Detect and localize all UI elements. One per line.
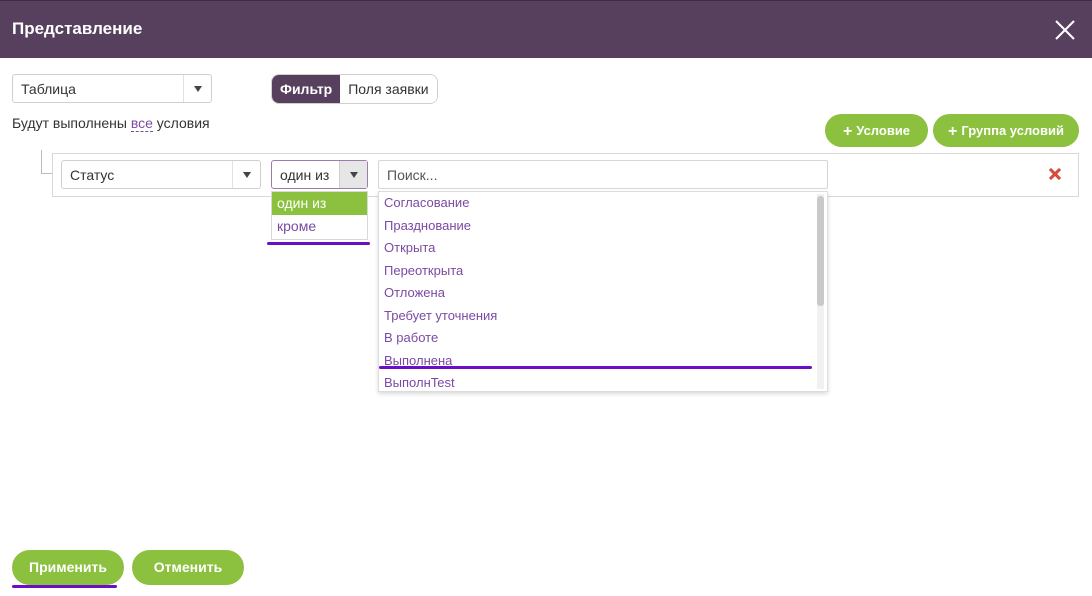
- status-option[interactable]: Празднование: [379, 215, 827, 238]
- highlight-underline: [267, 242, 370, 245]
- status-option[interactable]: ВыполнTest: [379, 372, 827, 391]
- condition-operator-select[interactable]: один из: [271, 160, 368, 189]
- operator-option[interactable]: кроме: [272, 215, 367, 238]
- close-icon[interactable]: [1054, 19, 1076, 41]
- status-option[interactable]: Отложена: [379, 282, 827, 305]
- scrollbar-thumb[interactable]: [817, 196, 824, 306]
- plus-icon: +: [842, 123, 853, 140]
- highlight-underline: [379, 366, 812, 369]
- status-option[interactable]: Согласование: [379, 192, 827, 215]
- status-option[interactable]: Переоткрыта: [379, 260, 827, 283]
- chevron-down-icon[interactable]: [183, 75, 211, 102]
- conditions-mode-link[interactable]: все: [130, 115, 153, 132]
- status-search-input[interactable]: [378, 160, 828, 189]
- cancel-button[interactable]: Отменить: [132, 550, 244, 585]
- status-option[interactable]: В работе: [379, 327, 827, 350]
- status-option[interactable]: Открыта: [379, 237, 827, 260]
- operator-option[interactable]: один из: [272, 192, 367, 215]
- condition-operator-value: один из: [280, 167, 330, 183]
- status-options-list: Согласование Празднование Открыта Переот…: [378, 191, 828, 392]
- add-condition-group-button[interactable]: + Группа условий: [933, 114, 1079, 147]
- add-condition-button[interactable]: + Условие: [825, 114, 928, 147]
- add-group-label: Группа условий: [961, 123, 1064, 138]
- highlight-underline: [12, 585, 117, 588]
- apply-button[interactable]: Применить: [12, 550, 124, 585]
- add-condition-label: Условие: [856, 123, 911, 138]
- dialog-title: Представление: [12, 19, 143, 38]
- tab-request-fields[interactable]: Поля заявки: [340, 75, 437, 103]
- view-type-value: Таблица: [21, 81, 76, 97]
- conditions-mode-text: Будут выполнены все условия: [12, 115, 210, 132]
- operator-dropdown: один из кроме: [271, 191, 368, 240]
- status-list-scrollbar[interactable]: [817, 194, 824, 389]
- conditions-prefix: Будут выполнены: [12, 115, 131, 131]
- view-tabs: Фильтр Поля заявки: [271, 74, 438, 104]
- dialog-header: Представление: [0, 0, 1092, 58]
- chevron-down-icon[interactable]: [232, 161, 260, 188]
- view-dialog: Представление Таблица Фильтр Поля заявки…: [0, 0, 1092, 596]
- plus-icon: +: [948, 123, 958, 140]
- view-type-select[interactable]: Таблица: [12, 74, 212, 103]
- condition-field-value: Статус: [70, 167, 115, 183]
- remove-condition-icon[interactable]: [1048, 167, 1062, 181]
- chevron-down-icon[interactable]: [339, 161, 367, 188]
- status-option[interactable]: Требует уточнения: [379, 305, 827, 328]
- condition-field-select[interactable]: Статус: [61, 160, 261, 189]
- conditions-suffix: условия: [152, 115, 210, 131]
- tab-filter[interactable]: Фильтр: [272, 75, 341, 103]
